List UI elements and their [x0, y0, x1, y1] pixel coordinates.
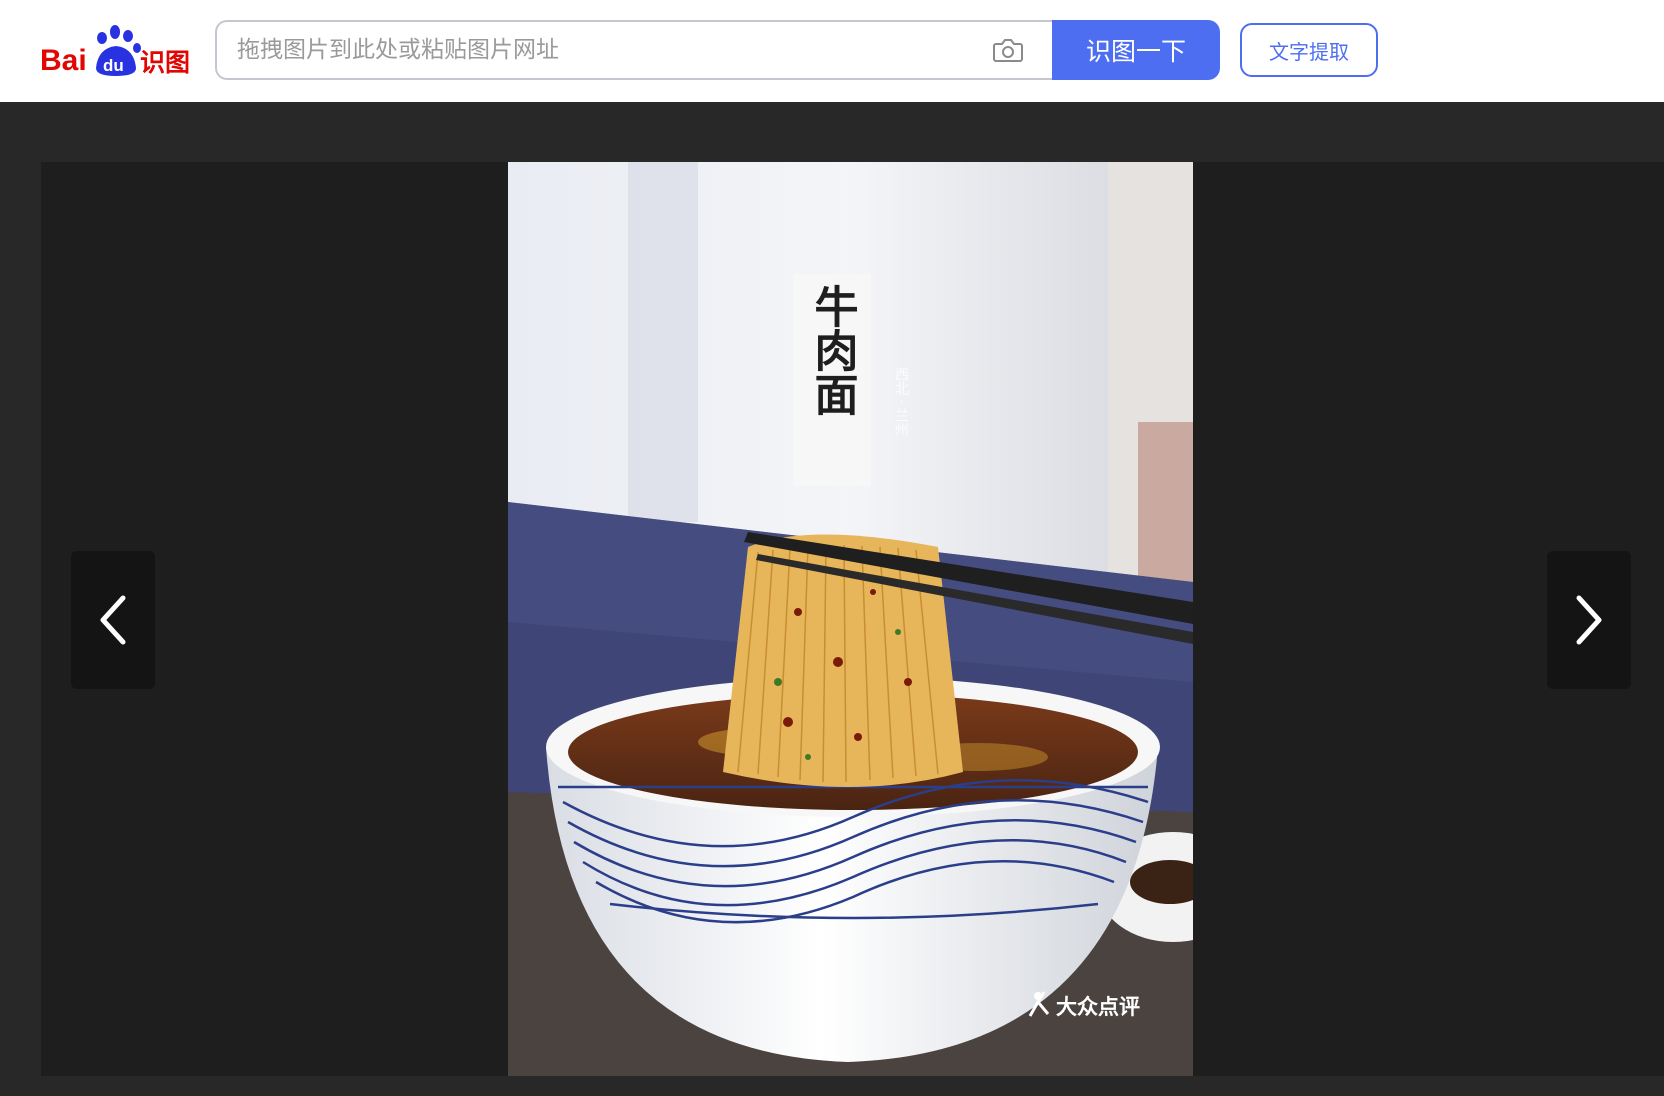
top-header: Bai du 识图 识图一下 文字提取 — [0, 0, 1664, 102]
image-watermark-text: 大众点评 — [1056, 995, 1140, 1019]
search-box — [215, 20, 1052, 80]
chevron-left-icon — [100, 595, 126, 645]
search-input[interactable] — [237, 22, 977, 78]
camera-icon[interactable] — [992, 35, 1024, 65]
search-button[interactable]: 识图一下 — [1052, 20, 1220, 80]
noodle-photo: 牛肉面 西北 · 兰州 大众点评 — [508, 162, 1193, 1076]
prev-image-button[interactable] — [71, 551, 155, 689]
preview-image: 牛肉面 西北 · 兰州 大众点评 — [508, 162, 1193, 1076]
logo-text-product: 识图 — [140, 48, 190, 77]
image-title-text: 牛肉面 — [807, 284, 858, 416]
chevron-right-icon — [1576, 595, 1602, 645]
logo-text-du: du — [103, 56, 124, 75]
baidu-shitu-logo[interactable]: Bai du 识图 — [40, 24, 190, 78]
text-extract-button[interactable]: 文字提取 — [1240, 23, 1378, 77]
baidu-paw-icon: du — [96, 25, 141, 76]
image-subtitle-text: 西北 · 兰州 — [893, 367, 909, 437]
image-viewer: 牛肉面 西北 · 兰州 大众点评 — [41, 162, 1664, 1076]
next-image-button[interactable] — [1547, 551, 1631, 689]
logo-text-bai: Bai — [40, 44, 87, 77]
